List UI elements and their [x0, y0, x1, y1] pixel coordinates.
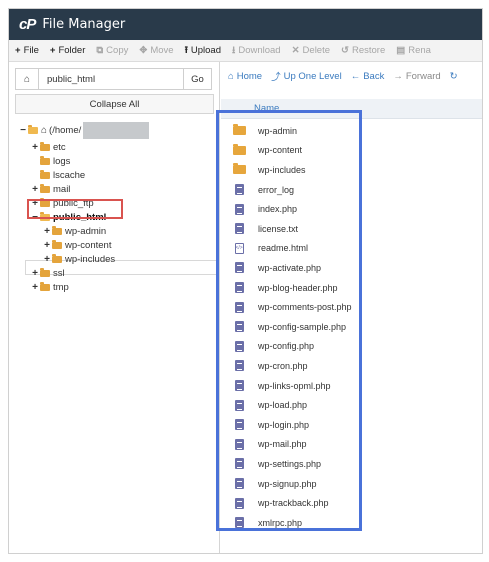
go-button[interactable]: Go: [183, 69, 211, 89]
tree-item-ssl[interactable]: + ssl: [31, 267, 65, 280]
arrow-left-icon: ←: [350, 70, 361, 82]
expand-icon[interactable]: +: [31, 184, 39, 195]
home-icon: ⌂: [41, 125, 48, 136]
tree-item-mail[interactable]: + mail: [31, 183, 70, 196]
forward-button[interactable]: → Forward: [393, 71, 440, 82]
folder-icon: [40, 156, 50, 165]
delete-button[interactable]: ✕ Delete: [292, 45, 330, 56]
plus-icon: +: [15, 45, 21, 56]
tree-item-wp-content[interactable]: + wp-content: [43, 239, 111, 252]
folder-icon: [40, 268, 50, 277]
rename-icon: ▤: [396, 45, 406, 56]
move-button[interactable]: ✥ Move: [139, 45, 173, 56]
path-input[interactable]: [39, 69, 183, 89]
expand-icon[interactable]: +: [31, 268, 39, 279]
home-icon[interactable]: ⌂: [16, 69, 39, 89]
arrow-right-icon: →: [393, 70, 403, 82]
up-one-level-button[interactable]: ⤴ Up One Level: [271, 69, 342, 84]
reload-icon[interactable]: ↻: [450, 71, 458, 82]
rename-button[interactable]: ▤ Rena: [396, 45, 431, 56]
plus-icon: +: [49, 45, 56, 56]
upload-button[interactable]: ⭱ Upload: [185, 43, 221, 59]
expand-icon[interactable]: +: [43, 240, 51, 251]
back-button[interactable]: ← Back: [351, 71, 385, 82]
folder-icon: [40, 184, 50, 193]
folder-icon: [52, 226, 62, 235]
tree-item-etc[interactable]: + etc: [31, 141, 66, 154]
folder-icon: [52, 254, 62, 263]
path-bar: ⌂ Go: [15, 68, 212, 90]
new-file-button[interactable]: + File: [15, 45, 39, 56]
collapse-icon[interactable]: −: [19, 125, 27, 136]
blue-highlight-box: [216, 110, 362, 531]
expand-icon[interactable]: +: [43, 226, 51, 237]
move-icon: ✥: [139, 45, 148, 56]
close-icon: ✕: [291, 45, 300, 56]
new-folder-button[interactable]: + Folder: [50, 45, 86, 56]
tree-item-tmp[interactable]: + tmp: [31, 281, 69, 294]
expand-icon[interactable]: +: [31, 282, 39, 293]
toolbar: + File + Folder ⧉ Copy ✥ Move ⭱ Upload ⭳ Downl…: [9, 40, 482, 62]
download-button[interactable]: ⭳ Download: [232, 43, 281, 59]
folder-open-icon: [28, 125, 38, 134]
home-button[interactable]: ⌂ Home: [228, 71, 262, 82]
folder-icon: [40, 142, 50, 151]
restore-icon: ↺: [341, 45, 349, 56]
cpanel-logo: cP: [19, 16, 36, 33]
collapse-all-button[interactable]: Collapse All: [15, 94, 214, 114]
restore-button[interactable]: ↺ Restore: [341, 45, 385, 56]
upload-icon: ⭱: [184, 44, 188, 56]
app-title: File Manager: [42, 17, 126, 32]
sidebar: ⌂ Go Collapse All − ⌂ (/home/ + etc logs: [9, 62, 220, 553]
tree-item-wp-admin[interactable]: + wp-admin: [43, 225, 106, 238]
folder-icon: [52, 240, 62, 249]
navigation-bar: ⌂ Home ⤴ Up One Level ← Back → Forward ↻: [221, 62, 482, 90]
redacted-username: [83, 122, 150, 139]
home-icon: ⌂: [228, 70, 234, 82]
title-bar: cP File Manager: [9, 9, 482, 40]
expand-icon[interactable]: +: [31, 142, 39, 153]
folder-icon: [40, 170, 50, 179]
expand-icon[interactable]: +: [43, 254, 51, 265]
tree-item-wp-includes[interactable]: + wp-includes: [43, 253, 115, 266]
tree-item-home[interactable]: − ⌂ (/home/: [19, 122, 150, 139]
copy-button[interactable]: ⧉ Copy: [96, 45, 128, 56]
download-icon: ⭳: [232, 44, 236, 56]
red-highlight-box: [27, 199, 123, 219]
copy-icon: ⧉: [96, 45, 104, 56]
tree-item-lscache[interactable]: lscache: [40, 169, 85, 182]
tree-item-logs[interactable]: logs: [40, 155, 70, 168]
folder-icon: [40, 282, 50, 291]
level-up-icon: ⤴: [271, 72, 281, 83]
